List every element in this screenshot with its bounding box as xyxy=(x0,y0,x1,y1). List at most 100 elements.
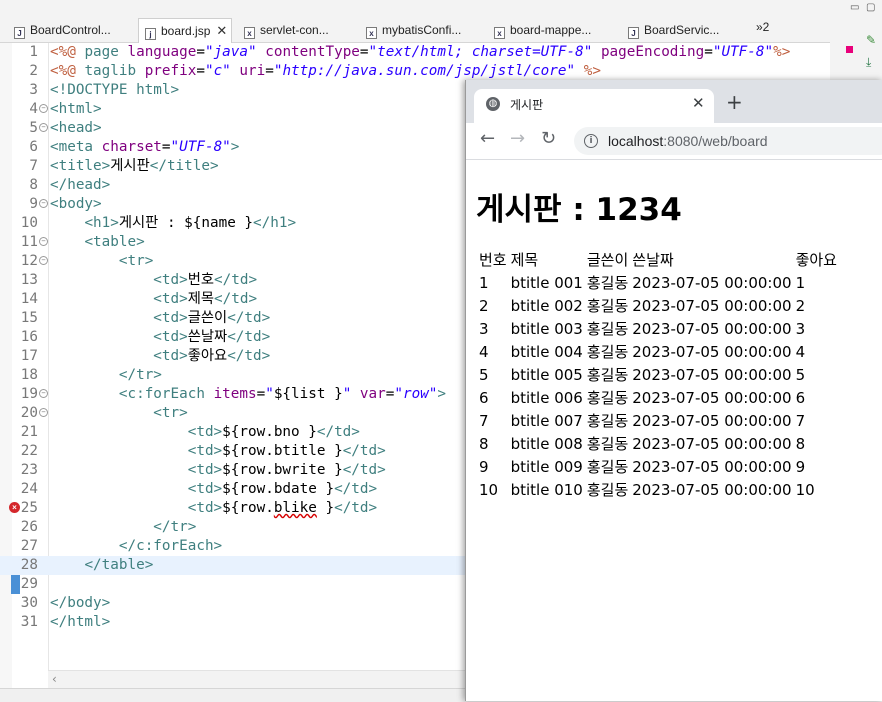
code-text[interactable]: <td>${row.bwrite }</td> xyxy=(50,461,386,480)
code-text[interactable]: <h1>게시판 : ${name }</h1> xyxy=(50,214,296,233)
code-text[interactable]: <c:forEach items="${list }" var="row"> xyxy=(50,385,446,404)
table-row: 3 btitle 003 홍길동 2023-07-05 00:00:00 3 xyxy=(478,319,838,340)
code-text[interactable]: <td>${row.blike }</td> xyxy=(50,499,377,518)
new-tab-button[interactable]: + xyxy=(726,92,743,112)
code-text[interactable]: </html> xyxy=(50,613,110,632)
table-row: 2 btitle 002 홍길동 2023-07-05 00:00:00 2 xyxy=(478,296,838,317)
fold-toggle-icon[interactable]: − xyxy=(39,104,48,113)
browser-tab[interactable]: ◍ 게시판 ✕ xyxy=(474,89,714,123)
line-number: 10 xyxy=(20,215,38,231)
xml-file-icon: x xyxy=(244,27,255,39)
table-cell: btitle 002 xyxy=(510,297,583,315)
line-number: 23 xyxy=(20,462,38,478)
line-number: 22 xyxy=(20,443,38,459)
editor-tab-boardservice[interactable]: J BoardServic... xyxy=(622,18,719,42)
code-line[interactable]: 2 <%@ taglib prefix="c" uri="http://java.… xyxy=(0,62,830,81)
pin-icon[interactable]: ✎ xyxy=(866,33,876,47)
editor-tab-mybatis-config[interactable]: x mybatisConfi... xyxy=(360,18,461,42)
scroll-left-icon[interactable]: ‹ xyxy=(52,672,57,686)
close-tab-icon[interactable]: ✕ xyxy=(216,23,227,38)
error-overview-marker[interactable] xyxy=(846,46,853,53)
fold-toggle-icon[interactable]: − xyxy=(39,389,48,398)
fold-toggle-icon[interactable]: − xyxy=(39,123,48,132)
fold-toggle-icon[interactable]: − xyxy=(39,408,48,417)
error-icon[interactable]: × xyxy=(9,502,20,513)
close-tab-icon[interactable]: ✕ xyxy=(692,94,705,112)
code-text[interactable]: <tr> xyxy=(50,252,153,271)
code-text[interactable]: <td>제목</td> xyxy=(50,290,257,309)
back-icon[interactable]: ← xyxy=(480,130,495,148)
table-cell: 2023-07-05 00:00:00 xyxy=(632,297,792,315)
code-text[interactable]: <td>쓴날짜</td> xyxy=(50,328,270,347)
code-text[interactable]: </tr> xyxy=(50,366,162,385)
table-row: 10 btitle 010 홍길동 2023-07-05 00:00:00 10 xyxy=(478,480,838,501)
fold-toggle-icon[interactable]: − xyxy=(39,256,48,265)
table-cell: 8 xyxy=(795,435,806,453)
code-text[interactable]: <%@ taglib prefix="c" uri="http://java.s… xyxy=(50,62,601,81)
line-number: 13 xyxy=(20,272,38,288)
table-header-cell: 제목 xyxy=(510,251,539,269)
code-text[interactable]: </tr> xyxy=(50,518,196,537)
minimize-icon[interactable]: ▭ xyxy=(850,2,859,13)
code-text[interactable]: <td>${row.bno }</td> xyxy=(50,423,360,442)
horizontal-scrollbar[interactable]: ‹ xyxy=(48,670,465,688)
table-cell: 2023-07-05 00:00:00 xyxy=(632,320,792,338)
line-number: 19 xyxy=(20,386,38,402)
code-text[interactable]: </head> xyxy=(50,176,110,195)
code-text[interactable]: </table> xyxy=(50,556,153,575)
table-cell: 2023-07-05 00:00:00 xyxy=(632,435,792,453)
tab-overflow-button[interactable]: »2 xyxy=(756,20,769,34)
code-text[interactable]: <title>게시판</title> xyxy=(50,157,219,176)
reload-icon[interactable]: ↻ xyxy=(541,130,556,148)
table-cell: btitle 010 xyxy=(510,481,583,499)
code-text[interactable]: <td>좋아요</td> xyxy=(50,347,270,366)
line-number: 14 xyxy=(20,291,38,307)
code-text[interactable]: <td>${row.bdate }</td> xyxy=(50,480,377,499)
code-text[interactable]: <!DOCTYPE html> xyxy=(50,81,179,100)
editor-tab-servlet-context[interactable]: x servlet-con... xyxy=(238,18,329,42)
table-cell: btitle 008 xyxy=(510,435,583,453)
code-text[interactable]: <td>번호</td> xyxy=(50,271,257,290)
code-text[interactable]: <table> xyxy=(50,233,144,252)
url-text[interactable]: localhost:8080/web/board xyxy=(608,133,768,149)
table-cell: 홍길동 xyxy=(586,389,629,407)
table-cell: 10 xyxy=(795,481,815,499)
code-text[interactable]: <td>${row.btitle }</td> xyxy=(50,442,386,461)
forward-icon[interactable]: → xyxy=(510,130,525,148)
table-cell: 6 xyxy=(795,389,806,407)
editor-tab-boardcontroller[interactable]: J BoardControl... xyxy=(8,18,111,42)
line-number: 4 xyxy=(29,101,38,117)
code-text[interactable]: </c:forEach> xyxy=(50,537,222,556)
table-cell: 홍길동 xyxy=(586,366,629,384)
table-cell: 2023-07-05 00:00:00 xyxy=(632,412,792,430)
table-cell: 2023-07-05 00:00:00 xyxy=(632,343,792,361)
fold-toggle-icon[interactable]: − xyxy=(39,237,48,246)
code-line[interactable]: 1 <%@ page language="java" contentType="t… xyxy=(0,43,830,62)
table-header-cell: 쓴날짜 xyxy=(632,251,674,269)
table-cell: 1 xyxy=(795,274,806,292)
code-text[interactable]: <td>글쓴이</td> xyxy=(50,309,270,328)
code-text[interactable]: <html> xyxy=(50,100,102,119)
code-text[interactable]: </body> xyxy=(50,594,110,613)
code-text[interactable]: <tr> xyxy=(50,404,187,423)
address-bar[interactable]: i localhost:8080/web/board xyxy=(574,127,882,155)
code-text[interactable]: <body> xyxy=(50,195,102,214)
code-text[interactable]: <head> xyxy=(50,119,102,138)
java-file-icon: J xyxy=(14,27,25,39)
table-cell: 2023-07-05 00:00:00 xyxy=(632,366,792,384)
code-text[interactable]: <%@ page language="java" contentType="te… xyxy=(50,43,790,62)
code-text[interactable]: <meta charset="UTF-8"> xyxy=(50,138,239,157)
fold-toggle-icon[interactable]: − xyxy=(39,199,48,208)
line-number: 24 xyxy=(20,481,38,497)
maximize-icon[interactable]: ▢ xyxy=(866,2,875,13)
info-icon[interactable]: i xyxy=(584,134,598,148)
table-cell: 2023-07-05 00:00:00 xyxy=(632,458,792,476)
line-number: 21 xyxy=(20,424,38,440)
table-cell: 2 xyxy=(479,297,489,315)
table-cell: btitle 006 xyxy=(510,389,583,407)
download-icon[interactable]: ⤓ xyxy=(866,55,871,70)
table-cell: 2023-07-05 00:00:00 xyxy=(632,481,792,499)
editor-tab-board-mapper[interactable]: x board-mappe... xyxy=(488,18,591,42)
line-number: 26 xyxy=(20,519,38,535)
editor-tab-board-jsp[interactable]: j board.jsp ✕ xyxy=(138,18,233,43)
